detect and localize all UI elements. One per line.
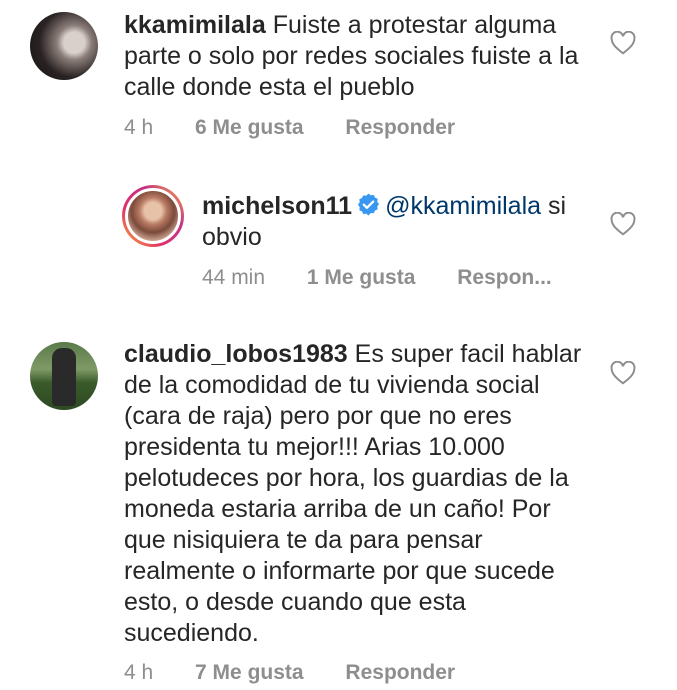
avatar[interactable]	[122, 185, 184, 247]
comment-meta: 4 h 6 Me gusta Responder	[124, 116, 455, 140]
reply-button[interactable]: Responder	[345, 116, 455, 140]
comment-text: michelson11 @kkamimilala si obvio	[202, 191, 602, 253]
comment-username[interactable]: claudio_lobos1983	[124, 340, 348, 368]
heart-outline-icon[interactable]	[610, 361, 636, 385]
comment-username[interactable]: michelson11	[202, 192, 352, 220]
comment-text: claudio_lobos1983 Es super facil hablar …	[124, 339, 594, 649]
avatar[interactable]	[30, 12, 98, 80]
heart-outline-icon[interactable]	[610, 212, 636, 236]
comment-time: 4 h	[124, 116, 154, 139]
mention-link[interactable]: @kkamimilala	[385, 192, 541, 220]
comment-time: 4 h	[124, 661, 154, 684]
comment-likes[interactable]: 7 Me gusta	[195, 661, 304, 685]
comment-likes[interactable]: 1 Me gusta	[307, 266, 416, 290]
comment-meta: 44 min 1 Me gusta Respon...	[202, 266, 552, 290]
comment-body: Es super facil hablar de la comodidad de…	[124, 340, 582, 647]
verified-badge-icon	[358, 193, 380, 216]
reply-button[interactable]: Responder	[345, 661, 455, 685]
comment-meta: 4 h 7 Me gusta Responder	[124, 661, 455, 685]
comment-likes[interactable]: 6 Me gusta	[195, 116, 304, 140]
heart-outline-icon[interactable]	[610, 31, 636, 55]
comment-time: 44 min	[202, 266, 266, 289]
reply-button[interactable]: Respon...	[457, 266, 552, 290]
comment-text: kkamimilala Fuiste a protestar alguma pa…	[124, 10, 594, 103]
avatar[interactable]	[30, 342, 98, 410]
comment-username[interactable]: kkamimilala	[124, 11, 266, 39]
